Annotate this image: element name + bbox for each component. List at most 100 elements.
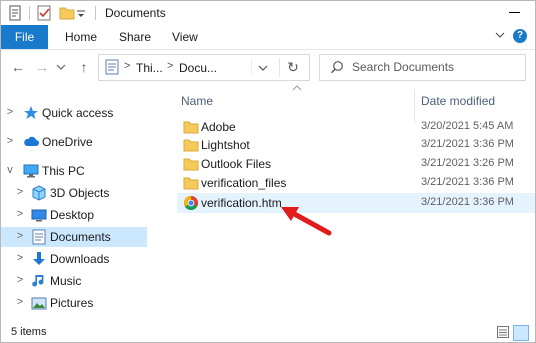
file-name: Lightshot <box>201 138 250 152</box>
pictures-icon <box>31 297 47 310</box>
nav-item-label: OneDrive <box>42 135 93 149</box>
music-icon <box>32 275 44 287</box>
nav-item-quick-access[interactable]: > Quick access <box>1 103 147 123</box>
file-name: Adobe <box>201 120 236 134</box>
desktop-icon <box>31 209 47 222</box>
minimize-button[interactable] <box>505 6 525 18</box>
nav-item-music[interactable]: > Music <box>1 271 147 291</box>
file-date: 3/21/2021 3:36 PM <box>421 196 514 208</box>
cube-icon <box>32 185 46 201</box>
column-headers: Name Date modified <box>163 85 535 123</box>
nav-item-label: Music <box>50 274 82 288</box>
file-date: 3/21/2021 3:36 PM <box>421 138 514 150</box>
expand-icon[interactable]: > <box>5 135 15 147</box>
properties-icon[interactable] <box>7 5 23 21</box>
expand-icon[interactable]: > <box>15 296 25 308</box>
navigation-bar: ← → ↑ > Thi... > Docu... ↻ <box>1 50 535 86</box>
expand-icon[interactable]: > <box>15 186 25 198</box>
recent-locations-icon[interactable] <box>56 58 66 76</box>
chevron-down-icon[interactable] <box>251 59 274 76</box>
documents-icon <box>105 59 119 75</box>
status-bar: 5 items <box>1 323 535 342</box>
nav-item-pictures[interactable]: > Pictures <box>1 293 147 313</box>
breadcrumb-separator[interactable]: > <box>167 60 173 72</box>
nav-item-label: This PC <box>42 164 85 178</box>
file-name: verification_files <box>201 176 287 190</box>
column-date-modified[interactable]: Date modified <box>421 94 495 108</box>
chevron-down-icon[interactable] <box>495 30 505 40</box>
nav-item-label: Desktop <box>50 208 95 222</box>
column-name[interactable]: Name <box>181 94 213 108</box>
help-button[interactable]: ? <box>513 29 527 43</box>
file-name: verification.htm <box>201 196 282 210</box>
folder-icon <box>183 158 199 171</box>
nav-item-label: Pictures <box>50 296 94 310</box>
up-button[interactable]: ↑ <box>75 58 93 76</box>
checklist-icon[interactable] <box>36 5 52 21</box>
download-icon <box>33 252 45 265</box>
folder-icon <box>183 139 199 152</box>
ribbon-tabs: File Home Share View ? <box>1 25 535 50</box>
expand-icon[interactable]: > <box>15 274 25 286</box>
nav-item-onedrive[interactable]: > OneDrive <box>1 132 147 152</box>
breadcrumb-documents[interactable]: Docu... <box>179 61 217 75</box>
expand-icon[interactable]: > <box>15 252 25 264</box>
separator <box>95 6 96 20</box>
back-button[interactable]: ← <box>9 58 27 76</box>
new-folder-icon[interactable] <box>59 5 75 21</box>
cloud-icon <box>24 136 39 146</box>
file-row[interactable]: Outlook Files 3/21/2021 3:26 PM <box>177 154 535 174</box>
file-date: 3/21/2021 3:26 PM <box>421 157 514 169</box>
nav-item-desktop[interactable]: > Desktop <box>1 205 147 225</box>
collapse-icon[interactable]: v <box>5 164 15 176</box>
search-input[interactable] <box>352 59 517 75</box>
search-box[interactable] <box>319 54 526 81</box>
computer-icon <box>23 164 39 178</box>
file-row[interactable]: Adobe 3/20/2021 5:45 AM <box>177 117 535 137</box>
search-icon <box>331 61 343 74</box>
breadcrumb-this-pc[interactable]: Thi... <box>136 61 163 75</box>
navigation-pane: > Quick access > OneDrive v This PC > 3D… <box>1 89 156 323</box>
customize-dropdown-icon[interactable] <box>76 5 86 21</box>
file-row-selected[interactable]: verification.htm 3/21/2021 3:36 PM <box>177 193 535 213</box>
nav-item-documents[interactable]: > Documents <box>1 227 147 247</box>
expand-icon[interactable]: > <box>15 208 25 220</box>
file-name: Outlook Files <box>201 157 272 171</box>
nav-item-label: Documents <box>50 230 111 244</box>
tab-file[interactable]: File <box>1 25 48 49</box>
breadcrumb-separator[interactable]: > <box>124 60 130 72</box>
expand-icon[interactable]: > <box>15 230 25 242</box>
forward-button[interactable]: → <box>33 58 51 76</box>
large-icons-view-icon[interactable] <box>513 325 529 341</box>
documents-icon <box>32 229 46 245</box>
explorer-window: Documents File Home Share View ? ← → ↑ >… <box>0 0 536 343</box>
nav-item-label: 3D Objects <box>50 186 110 200</box>
tab-share[interactable]: Share <box>119 25 151 49</box>
star-icon <box>24 106 38 119</box>
sort-ascending-icon <box>292 85 302 91</box>
file-list: Name Date modified Adobe 3/20/2021 5:45 … <box>163 85 535 323</box>
file-row[interactable]: verification_files 3/21/2021 3:36 PM <box>177 173 535 193</box>
file-date: 3/21/2021 3:36 PM <box>421 176 514 188</box>
address-bar[interactable]: > Thi... > Docu... ↻ <box>98 54 310 81</box>
tab-home[interactable]: Home <box>65 25 97 49</box>
refresh-button[interactable]: ↻ <box>279 58 306 77</box>
nav-item-label: Downloads <box>50 252 110 266</box>
folder-icon <box>183 121 199 134</box>
nav-item-this-pc[interactable]: v This PC <box>1 161 147 181</box>
details-view-icon[interactable] <box>497 326 509 338</box>
title-bar: Documents <box>1 1 535 25</box>
file-date: 3/20/2021 5:45 AM <box>421 120 514 132</box>
file-row[interactable]: Lightshot 3/21/2021 3:36 PM <box>177 135 535 155</box>
chrome-icon <box>184 196 198 210</box>
nav-item-label: Quick access <box>42 106 114 120</box>
separator <box>29 6 30 20</box>
tab-view[interactable]: View <box>172 25 198 49</box>
item-count: 5 items <box>11 326 47 338</box>
red-arrow-icon <box>281 207 332 236</box>
folder-icon <box>183 177 199 190</box>
window-title: Documents <box>105 6 166 20</box>
nav-item-downloads[interactable]: > Downloads <box>1 249 147 269</box>
expand-icon[interactable]: > <box>5 106 15 118</box>
nav-item-3d-objects[interactable]: > 3D Objects <box>1 183 147 203</box>
